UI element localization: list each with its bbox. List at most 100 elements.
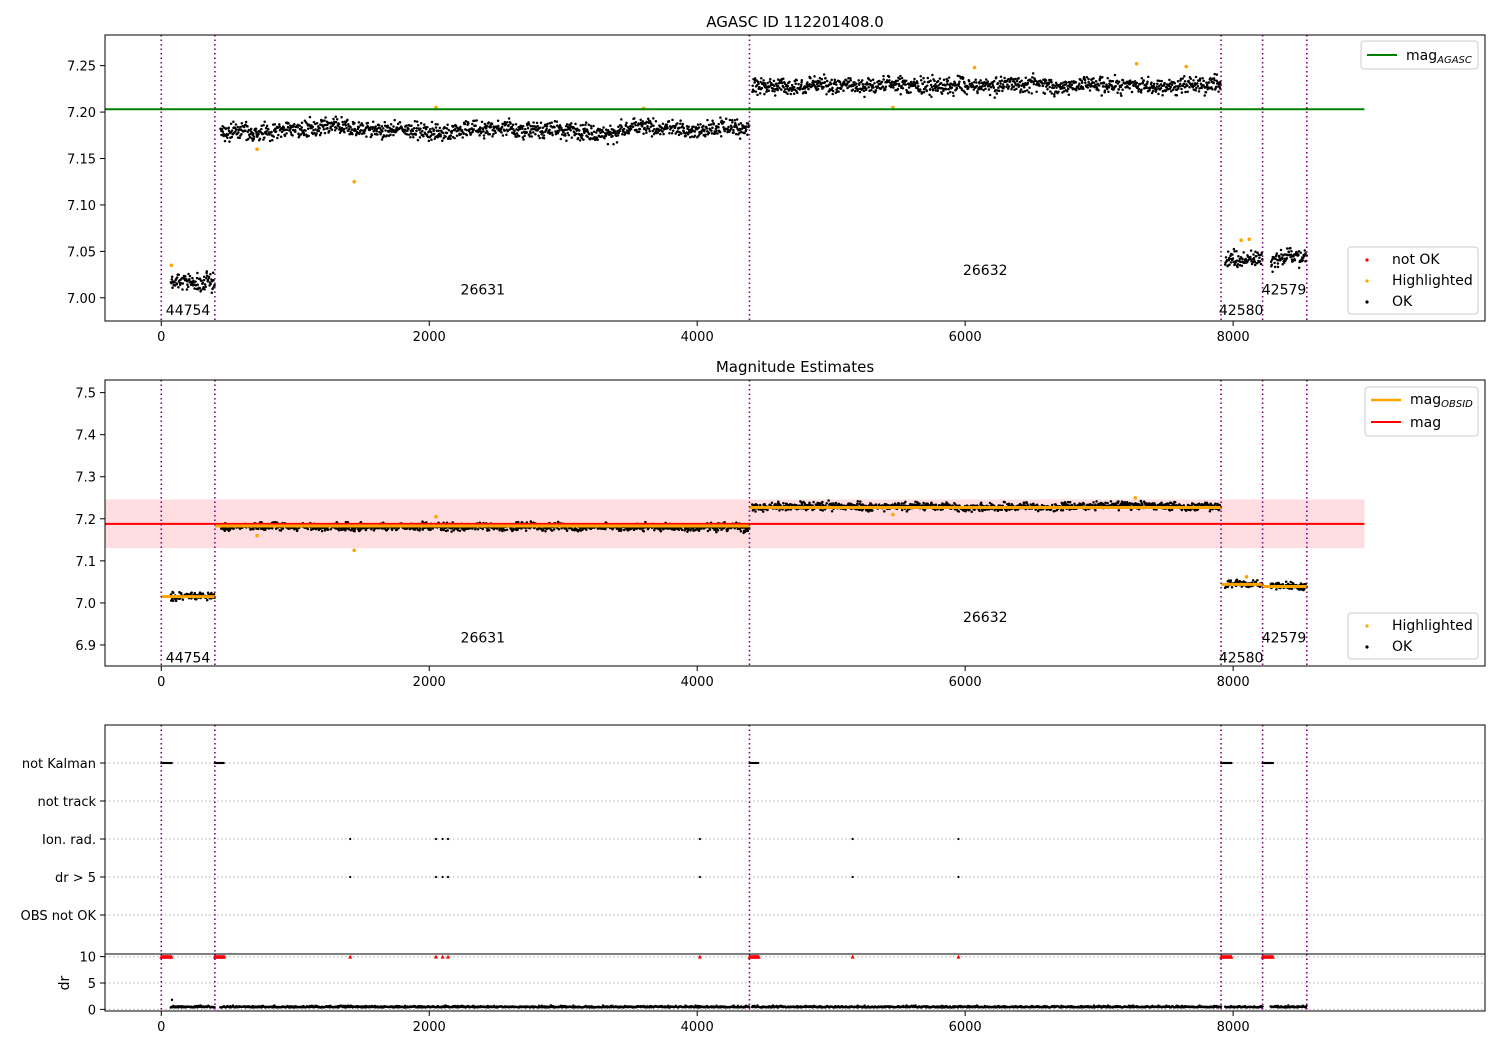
ok-point <box>1117 88 1120 91</box>
ok-point <box>565 139 568 143</box>
ok-point <box>201 592 205 595</box>
ok-point <box>1030 92 1033 95</box>
ok-point <box>1106 501 1109 505</box>
ok-point <box>445 127 449 130</box>
ok-point <box>1237 255 1240 258</box>
ok-point <box>375 130 379 133</box>
ok-point <box>319 131 323 135</box>
ok-point <box>475 119 478 122</box>
ok-point <box>1232 247 1236 251</box>
ok-point <box>661 122 665 125</box>
ok-point <box>1009 76 1013 80</box>
ok-point <box>831 92 834 96</box>
ok-point <box>511 123 515 127</box>
ok-point <box>738 127 742 131</box>
ok-point <box>957 82 961 86</box>
ok-point <box>459 125 462 129</box>
ok-point <box>1226 250 1230 253</box>
ok-point <box>550 121 553 124</box>
ok-point <box>1194 75 1198 79</box>
ok-point <box>995 76 998 79</box>
ok-point <box>522 138 525 141</box>
ok-point <box>578 139 582 142</box>
ok-point <box>849 79 852 82</box>
ok-point <box>970 510 973 514</box>
ok-point <box>500 125 504 128</box>
ok-point <box>717 122 720 126</box>
ok-point <box>1121 79 1125 82</box>
ok-point <box>438 126 442 130</box>
ok-point <box>773 84 776 88</box>
ok-point <box>1271 270 1274 274</box>
ok-point <box>963 91 967 94</box>
ok-point <box>770 501 774 505</box>
ok-point <box>665 123 669 126</box>
ok-point <box>807 87 810 91</box>
ok-point <box>1094 79 1098 83</box>
ok-point <box>682 126 686 130</box>
ok-point <box>224 127 228 130</box>
ok-point <box>1183 79 1187 83</box>
ok-point <box>1155 85 1159 88</box>
ok-point <box>230 135 234 139</box>
ok-point <box>763 92 766 96</box>
ok-point <box>898 77 902 81</box>
ok-point <box>544 529 547 533</box>
ok-point <box>883 510 886 513</box>
ok-point <box>1015 87 1018 91</box>
ok-point <box>659 132 662 136</box>
ok-point <box>235 128 238 131</box>
ok-point <box>930 85 934 89</box>
ok-point <box>1194 89 1197 92</box>
ok-point <box>1052 86 1055 90</box>
ok-point <box>620 528 623 531</box>
highlighted-legend-marker <box>1365 279 1369 283</box>
ok-point <box>525 131 529 134</box>
ok-point <box>474 124 477 127</box>
ok-point <box>430 120 434 124</box>
ok-point <box>735 118 739 121</box>
ok-point <box>244 120 248 124</box>
ok-point <box>557 527 561 531</box>
ok-point <box>398 121 402 124</box>
ok-point <box>1231 253 1234 256</box>
ok-point <box>804 91 808 95</box>
ok-point <box>666 126 669 130</box>
ok-point <box>308 115 312 119</box>
ok-point <box>334 120 338 124</box>
ok-point <box>1142 79 1145 82</box>
ok-point <box>679 119 682 122</box>
ok-point <box>762 79 765 82</box>
ok-point <box>716 529 720 532</box>
ok-point <box>476 528 480 531</box>
ok-point <box>989 86 993 89</box>
ok-point <box>271 138 274 142</box>
ok-point <box>1117 508 1121 512</box>
ok-point <box>769 77 772 81</box>
ok-point <box>1094 508 1097 512</box>
x-tick-label: 8000 <box>1217 330 1250 345</box>
ok-point <box>1059 82 1063 85</box>
ok-point <box>273 123 277 126</box>
ok-point <box>570 122 573 125</box>
ok-point <box>1197 90 1201 93</box>
ok-point <box>204 285 207 288</box>
ok-point <box>260 127 263 131</box>
ok-point <box>1084 508 1087 512</box>
ok-point <box>919 75 922 78</box>
ok-point <box>719 116 722 119</box>
ok-point <box>1092 81 1096 85</box>
ok-point <box>1180 91 1184 94</box>
ok-point <box>429 528 432 531</box>
ok-point <box>240 122 244 125</box>
ok-point <box>581 134 584 137</box>
ok-point <box>382 127 385 130</box>
ok-point <box>419 127 422 130</box>
ok-point <box>1128 87 1131 90</box>
ok-point <box>576 136 580 140</box>
ok-point <box>351 132 354 136</box>
ok-point <box>423 123 426 126</box>
x-tick-label: 4000 <box>681 330 714 345</box>
ok-point <box>865 87 868 91</box>
ok-point <box>871 509 874 512</box>
